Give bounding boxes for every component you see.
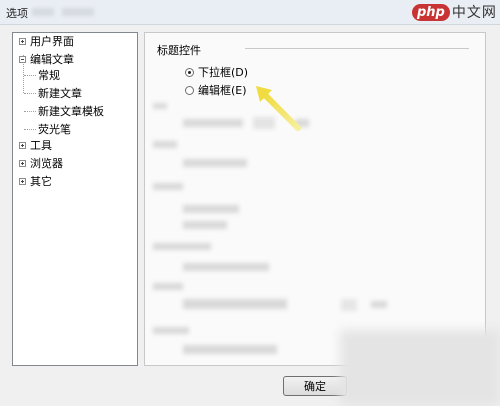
blurred-content xyxy=(183,263,269,271)
tree-guide-line xyxy=(24,111,36,112)
tree-item-browser[interactable]: 浏览器 xyxy=(19,156,63,172)
radio-checked-icon[interactable] xyxy=(185,67,194,77)
tree-item-other[interactable]: 其它 xyxy=(19,174,52,190)
blurred-content xyxy=(183,299,287,309)
expand-icon[interactable] xyxy=(19,38,26,45)
blurred-title-text xyxy=(62,8,94,16)
radio-label: 下拉框(D) xyxy=(198,66,249,79)
tree-item-user-interface[interactable]: 用户界面 xyxy=(19,34,74,50)
window-title: 选项 xyxy=(6,7,28,20)
tree-item-label: 新建文章 xyxy=(38,87,82,100)
expand-icon[interactable] xyxy=(19,142,26,149)
highlight-arrow xyxy=(256,86,301,131)
tree-item-label: 新建文章模板 xyxy=(38,105,104,118)
title-bar: 选项 php 中文网 xyxy=(0,0,500,25)
section-title: 标题控件 xyxy=(157,44,201,57)
tree-item-highlighter[interactable]: 荧光笔 xyxy=(38,122,71,138)
tree-item-label: 工具 xyxy=(30,139,52,152)
tree-item-label: 编辑文章 xyxy=(30,53,74,66)
blurred-title-text xyxy=(32,8,54,16)
expand-icon[interactable] xyxy=(19,160,26,167)
tree-guide-line xyxy=(24,93,36,94)
radio-unchecked-icon[interactable] xyxy=(185,85,194,95)
blurred-content xyxy=(371,301,387,308)
blurred-content xyxy=(183,159,247,167)
tree-item-new-article-template[interactable]: 新建文章模板 xyxy=(38,104,104,120)
tree-item-new-article[interactable]: 新建文章 xyxy=(38,86,82,102)
blurred-content xyxy=(183,345,277,354)
blurred-content xyxy=(183,205,239,213)
watermark-text: 中文网 xyxy=(451,5,497,21)
tree-item-label: 浏览器 xyxy=(30,157,63,170)
blurred-content xyxy=(153,327,189,334)
blurred-content xyxy=(153,243,211,250)
blurred-corner xyxy=(340,330,500,406)
tree-item-label: 荧光笔 xyxy=(38,123,71,136)
section-divider xyxy=(245,48,469,49)
tree-item-label: 其它 xyxy=(30,175,52,188)
site-watermark: php 中文网 xyxy=(412,2,497,22)
watermark-logo: php xyxy=(412,3,450,21)
tree-guide-line xyxy=(24,129,36,130)
collapse-icon[interactable] xyxy=(19,56,26,63)
dropdown-radio-option[interactable]: 下拉框(D) xyxy=(185,64,248,80)
tree-item-edit-article[interactable]: 编辑文章 xyxy=(19,52,74,68)
tree-guide-line xyxy=(24,75,36,76)
expand-icon[interactable] xyxy=(19,178,26,185)
tree-item-label: 用户界面 xyxy=(30,35,74,48)
settings-panel: 标题控件 下拉框(D) 编辑框(E) xyxy=(144,32,486,366)
options-tree: 用户界面 编辑文章 常规 新建文章 新建文章模板 荧光笔 工具 浏览器 其它 xyxy=(12,32,138,366)
radio-label: 编辑框(E) xyxy=(198,84,247,97)
blurred-content xyxy=(153,283,183,290)
blurred-content xyxy=(183,119,243,127)
tree-item-label: 常规 xyxy=(38,69,60,82)
blurred-content xyxy=(153,103,167,109)
tree-item-general[interactable]: 常规 xyxy=(38,68,60,84)
blurred-content xyxy=(153,183,183,190)
blurred-content xyxy=(341,299,357,311)
tree-item-tools[interactable]: 工具 xyxy=(19,138,52,154)
editbox-radio-option[interactable]: 编辑框(E) xyxy=(185,82,247,98)
blurred-content xyxy=(153,141,177,148)
ok-button[interactable]: 确定 xyxy=(283,376,347,396)
blurred-content xyxy=(183,221,227,229)
